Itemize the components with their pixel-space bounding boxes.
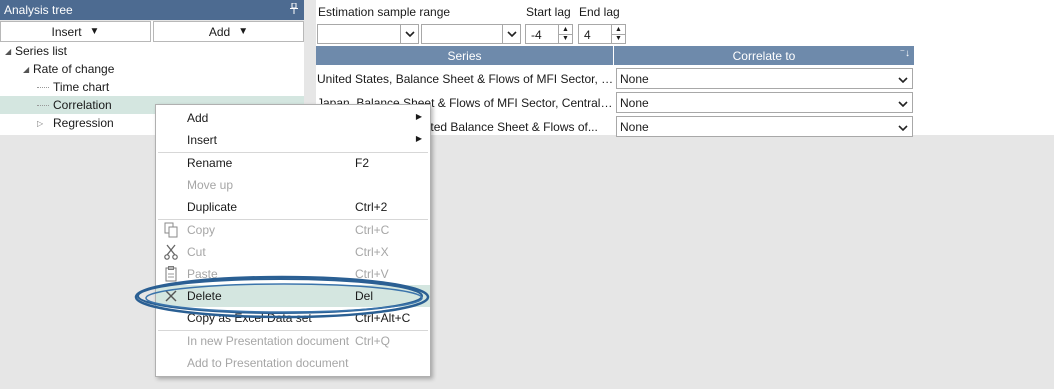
menu-item-shortcut: Ctrl+Q bbox=[355, 334, 391, 348]
analysis-tree-title: Analysis tree bbox=[4, 3, 73, 17]
series-cell[interactable]: United States, Balance Sheet & Flows of … bbox=[316, 72, 614, 86]
menu-item-shortcut: Ctrl+X bbox=[355, 245, 389, 259]
tree-item-rate-of-change[interactable]: ◢ Rate of change bbox=[0, 60, 304, 78]
menu-item-copy[interactable]: Copy Ctrl+C bbox=[156, 219, 430, 241]
chevron-down-icon bbox=[898, 96, 908, 110]
tree-item-label: Rate of change bbox=[33, 62, 115, 76]
menu-item-copy-as-excel[interactable]: Copy as Excel Data set Ctrl+Alt+C bbox=[156, 307, 430, 329]
menu-item-new-presentation[interactable]: In new Presentation document Ctrl+Q bbox=[156, 330, 430, 352]
menu-item-label: In new Presentation document bbox=[187, 334, 350, 348]
chevron-down-icon bbox=[898, 72, 908, 86]
correlate-to-select[interactable]: None bbox=[616, 68, 913, 89]
chevron-down-icon bbox=[502, 25, 520, 43]
menu-item-add-to-presentation[interactable]: Add to Presentation document bbox=[156, 352, 430, 374]
caret-down-icon: ▼ bbox=[89, 26, 100, 37]
stepper-down-icon[interactable]: ▼ bbox=[612, 35, 625, 44]
correlate-to-select[interactable]: None bbox=[616, 92, 913, 113]
column-header-label: Series bbox=[447, 48, 482, 63]
column-header-label: Correlate to bbox=[732, 48, 796, 63]
menu-item-shortcut: Ctrl+V bbox=[355, 267, 389, 281]
copy-icon bbox=[164, 222, 178, 238]
menu-item-shortcut: Del bbox=[355, 289, 374, 303]
menu-item-shortcut: F2 bbox=[355, 156, 370, 170]
tree-item-label: Regression bbox=[53, 116, 114, 130]
chevron-down-icon bbox=[898, 120, 908, 134]
expanded-triangle-icon[interactable]: ◢ bbox=[5, 47, 15, 56]
menu-item-label: Cut bbox=[187, 245, 206, 259]
menu-item-label: Move up bbox=[187, 178, 234, 192]
correlate-to-value: None bbox=[620, 71, 649, 86]
menu-item-duplicate[interactable]: Duplicate Ctrl+2 bbox=[156, 196, 430, 218]
sample-range-start-select[interactable] bbox=[317, 24, 419, 44]
caret-down-icon: ▼ bbox=[238, 26, 249, 37]
start-lag-stepper[interactable]: -4 ▲ ▼ bbox=[525, 24, 573, 44]
menu-item-insert[interactable]: Insert ▶ bbox=[156, 129, 430, 151]
menu-item-shortcut: Ctrl+Alt+C bbox=[355, 311, 411, 325]
correlate-to-select[interactable]: None bbox=[616, 116, 913, 137]
table-row: United States, Balance Sheet & Flows of … bbox=[316, 67, 914, 90]
menu-item-paste[interactable]: Paste Ctrl+V bbox=[156, 263, 430, 285]
add-button-label: Add bbox=[208, 24, 231, 39]
menu-item-label: Rename bbox=[187, 156, 233, 170]
column-header-series[interactable]: Series bbox=[316, 46, 614, 65]
stepper-up-icon[interactable]: ▲ bbox=[559, 25, 572, 35]
tree-item-series-list[interactable]: ◢ Series list bbox=[0, 42, 304, 60]
pin-icon[interactable] bbox=[290, 2, 298, 17]
start-lag-label: Start lag bbox=[526, 5, 571, 19]
column-header-correlate-to[interactable]: Correlate to ⁻↓ bbox=[614, 46, 914, 65]
menu-item-shortcut: Ctrl+C bbox=[355, 223, 390, 237]
menu-item-label: Delete bbox=[187, 289, 222, 303]
analysis-tree-toolbar: Insert ▼ Add ▼ bbox=[0, 21, 304, 42]
context-menu: Add ▶ Insert ▶ Rename F2 Move up Duplica… bbox=[155, 104, 431, 377]
insert-button-label: Insert bbox=[51, 24, 82, 39]
tree-item-label: Series list bbox=[15, 44, 68, 58]
tree-item-label: Correlation bbox=[53, 98, 112, 112]
analysis-tree-header: Analysis tree bbox=[0, 0, 304, 20]
scissors-icon bbox=[164, 244, 178, 260]
expanded-triangle-icon[interactable]: ◢ bbox=[23, 65, 33, 74]
close-icon bbox=[164, 288, 178, 304]
menu-item-add[interactable]: Add ▶ bbox=[156, 107, 430, 129]
chevron-down-icon bbox=[400, 25, 418, 43]
menu-item-label: Add to Presentation document bbox=[187, 356, 349, 370]
sort-icon[interactable]: ⁻↓ bbox=[900, 48, 910, 59]
correlate-to-value: None bbox=[620, 119, 649, 134]
stepper-up-icon[interactable]: ▲ bbox=[612, 25, 625, 35]
add-button[interactable]: Add ▼ bbox=[153, 21, 304, 42]
sample-range-end-select[interactable] bbox=[421, 24, 521, 44]
tree-item-time-chart[interactable]: Time chart bbox=[0, 78, 304, 96]
stepper-down-icon[interactable]: ▼ bbox=[559, 35, 572, 44]
menu-item-label: Insert bbox=[187, 133, 218, 147]
estimation-sample-range-label: Estimation sample range bbox=[318, 5, 451, 19]
clipboard-icon bbox=[164, 266, 178, 282]
submenu-arrow-icon: ▶ bbox=[415, 134, 422, 143]
menu-item-label: Paste bbox=[187, 267, 218, 281]
menu-item-move-up[interactable]: Move up bbox=[156, 174, 430, 196]
menu-item-label: Copy as Excel Data set bbox=[187, 311, 312, 325]
correlate-to-value: None bbox=[620, 95, 649, 110]
grid-header: Series Correlate to ⁻↓ bbox=[316, 46, 914, 65]
start-lag-value[interactable]: -4 bbox=[531, 28, 542, 42]
menu-item-delete[interactable]: Delete Del bbox=[156, 285, 430, 307]
tree-item-label: Time chart bbox=[53, 80, 110, 94]
collapsed-triangle-icon[interactable]: ▷ bbox=[37, 119, 53, 128]
menu-item-label: Copy bbox=[187, 223, 216, 237]
menu-item-label: Add bbox=[187, 111, 209, 125]
menu-item-shortcut: Ctrl+2 bbox=[355, 200, 388, 214]
insert-button[interactable]: Insert ▼ bbox=[0, 21, 151, 42]
menu-item-label: Duplicate bbox=[187, 200, 238, 214]
end-lag-label: End lag bbox=[579, 5, 620, 19]
menu-item-cut[interactable]: Cut Ctrl+X bbox=[156, 241, 430, 263]
end-lag-stepper[interactable]: 4 ▲ ▼ bbox=[578, 24, 626, 44]
submenu-arrow-icon: ▶ bbox=[415, 112, 422, 121]
menu-item-rename[interactable]: Rename F2 bbox=[156, 152, 430, 174]
end-lag-value[interactable]: 4 bbox=[584, 28, 591, 42]
